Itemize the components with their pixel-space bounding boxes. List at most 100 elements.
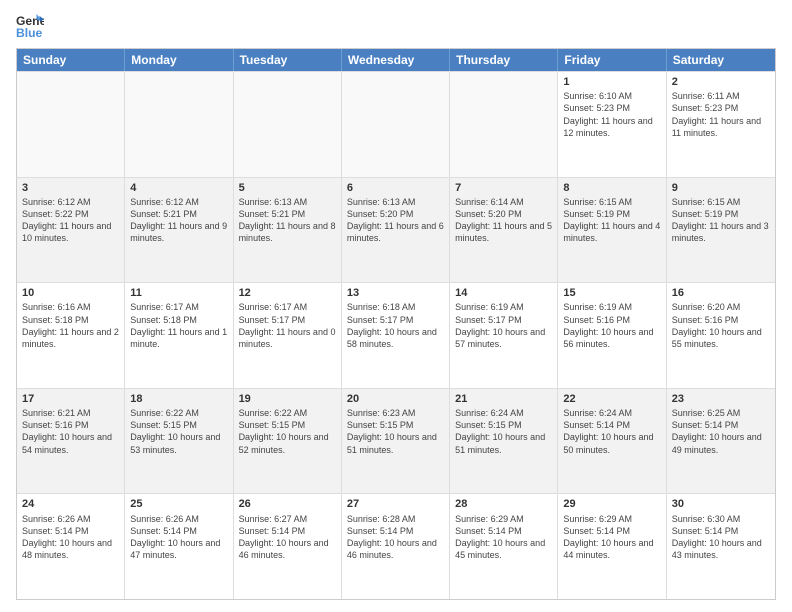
day-cell-13: 13Sunrise: 6:18 AM Sunset: 5:17 PM Dayli… xyxy=(342,283,450,388)
day-number: 8 xyxy=(563,181,660,195)
day-number: 2 xyxy=(672,75,770,89)
day-number: 7 xyxy=(455,181,552,195)
day-cell-7: 7Sunrise: 6:14 AM Sunset: 5:20 PM Daylig… xyxy=(450,178,558,283)
empty-cell xyxy=(450,72,558,177)
day-number: 6 xyxy=(347,181,444,195)
day-number: 5 xyxy=(239,181,336,195)
day-number: 4 xyxy=(130,181,227,195)
day-number: 24 xyxy=(22,497,119,511)
logo-icon: General Blue xyxy=(16,12,44,40)
day-header-friday: Friday xyxy=(558,49,666,71)
day-cell-2: 2Sunrise: 6:11 AM Sunset: 5:23 PM Daylig… xyxy=(667,72,775,177)
day-number: 14 xyxy=(455,286,552,300)
day-number: 22 xyxy=(563,392,660,406)
day-header-saturday: Saturday xyxy=(667,49,775,71)
day-info: Sunrise: 6:17 AM Sunset: 5:18 PM Dayligh… xyxy=(130,301,227,350)
day-cell-24: 24 Sunrise: 6:26 AM Sunset: 5:14 PM Dayli… xyxy=(17,494,125,599)
day-info: Sunrise: 6:14 AM Sunset: 5:20 PM Dayligh… xyxy=(455,196,552,245)
empty-cell xyxy=(17,72,125,177)
day-cell-16: 16Sunrise: 6:20 AM Sunset: 5:16 PM Dayli… xyxy=(667,283,775,388)
day-number: 18 xyxy=(130,392,227,406)
day-number: 16 xyxy=(672,286,770,300)
day-number: 15 xyxy=(563,286,660,300)
day-number: 27 xyxy=(347,497,444,511)
day-cell-5: 5Sunrise: 6:13 AM Sunset: 5:21 PM Daylig… xyxy=(234,178,342,283)
day-cell-28: 28 Sunrise: 6:29 AM Sunset: 5:14 PM Dayli… xyxy=(450,494,558,599)
day-number: 19 xyxy=(239,392,336,406)
day-cell-29: 29Sunrise: 6:29 AM Sunset: 5:14 PM Dayli… xyxy=(558,494,666,599)
day-number: 28 xyxy=(455,497,552,511)
day-info: Sunrise: 6:22 AM Sunset: 5:15 PM Dayligh… xyxy=(130,407,227,456)
day-info: Sunrise: 6:21 AM Sunset: 5:16 PM Dayligh… xyxy=(22,407,119,456)
day-number: 13 xyxy=(347,286,444,300)
day-cell-9: 9Sunrise: 6:15 AM Sunset: 5:19 PM Daylig… xyxy=(667,178,775,283)
day-cell-20: 20Sunrise: 6:23 AM Sunset: 5:15 PM Dayli… xyxy=(342,389,450,494)
calendar-row-1: 3Sunrise: 6:12 AM Sunset: 5:22 PM Daylig… xyxy=(17,177,775,283)
day-number: 3 xyxy=(22,181,119,195)
day-info: Sunrise: 6:13 AM Sunset: 5:20 PM Dayligh… xyxy=(347,196,444,245)
day-info: Sunrise: 6:15 AM Sunset: 5:19 PM Dayligh… xyxy=(672,196,770,245)
day-header-sunday: Sunday xyxy=(17,49,125,71)
day-number: 26 xyxy=(239,497,336,511)
day-cell-4: 4Sunrise: 6:12 AM Sunset: 5:21 PM Daylig… xyxy=(125,178,233,283)
day-cell-15: 15Sunrise: 6:19 AM Sunset: 5:16 PM Dayli… xyxy=(558,283,666,388)
day-info: Sunrise: 6:26 AM Sunset: 5:14 PM Dayligh… xyxy=(130,513,227,562)
day-number: 10 xyxy=(22,286,119,300)
day-cell-6: 6Sunrise: 6:13 AM Sunset: 5:20 PM Daylig… xyxy=(342,178,450,283)
day-number: 9 xyxy=(672,181,770,195)
day-cell-19: 19Sunrise: 6:22 AM Sunset: 5:15 PM Dayli… xyxy=(234,389,342,494)
day-cell-18: 18Sunrise: 6:22 AM Sunset: 5:15 PM Dayli… xyxy=(125,389,233,494)
day-header-thursday: Thursday xyxy=(450,49,558,71)
day-info: Sunrise: 6:20 AM Sunset: 5:16 PM Dayligh… xyxy=(672,301,770,350)
day-number: 1 xyxy=(563,75,660,89)
day-number: 17 xyxy=(22,392,119,406)
day-number: 23 xyxy=(672,392,770,406)
day-info: Sunrise: 6:23 AM Sunset: 5:15 PM Dayligh… xyxy=(347,407,444,456)
day-cell-30: 30 Sunrise: 6:30 AM Sunset: 5:14 PM Dayli… xyxy=(667,494,775,599)
day-number: 25 xyxy=(130,497,227,511)
day-info: Sunrise: 6:24 AM Sunset: 5:15 PM Dayligh… xyxy=(455,407,552,456)
day-number: 30 xyxy=(672,497,770,511)
day-info: Sunrise: 6:18 AM Sunset: 5:17 PM Dayligh… xyxy=(347,301,444,350)
day-info: Sunrise: 6:12 AM Sunset: 5:22 PM Dayligh… xyxy=(22,196,119,245)
day-number: 21 xyxy=(455,392,552,406)
day-info: Sunrise: 6:10 AM Sunset: 5:23 PM Dayligh… xyxy=(563,90,660,139)
day-cell-10: 10Sunrise: 6:16 AM Sunset: 5:18 PM Dayli… xyxy=(17,283,125,388)
day-info: Sunrise: 6:19 AM Sunset: 5:16 PM Dayligh… xyxy=(563,301,660,350)
day-header-wednesday: Wednesday xyxy=(342,49,450,71)
day-cell-3: 3Sunrise: 6:12 AM Sunset: 5:22 PM Daylig… xyxy=(17,178,125,283)
day-info: Sunrise: 6:27 AM Sunset: 5:14 PM Dayligh… xyxy=(239,513,336,562)
calendar-row-2: 10Sunrise: 6:16 AM Sunset: 5:18 PM Dayli… xyxy=(17,282,775,388)
day-cell-27: 27 Sunrise: 6:28 AM Sunset: 5:14 PM Dayli… xyxy=(342,494,450,599)
day-info: Sunrise: 6:29 AM Sunset: 5:14 PM Dayligh… xyxy=(455,513,552,562)
day-number: 11 xyxy=(130,286,227,300)
day-info: Sunrise: 6:16 AM Sunset: 5:18 PM Dayligh… xyxy=(22,301,119,350)
day-header-monday: Monday xyxy=(125,49,233,71)
day-cell-22: 22Sunrise: 6:24 AM Sunset: 5:14 PM Dayli… xyxy=(558,389,666,494)
day-info: Sunrise: 6:17 AM Sunset: 5:17 PM Dayligh… xyxy=(239,301,336,350)
calendar-row-4: 24 Sunrise: 6:26 AM Sunset: 5:14 PM Dayli… xyxy=(17,493,775,599)
day-cell-21: 21Sunrise: 6:24 AM Sunset: 5:15 PM Dayli… xyxy=(450,389,558,494)
calendar-row-3: 17Sunrise: 6:21 AM Sunset: 5:16 PM Dayli… xyxy=(17,388,775,494)
svg-text:Blue: Blue xyxy=(16,26,43,40)
day-cell-11: 11Sunrise: 6:17 AM Sunset: 5:18 PM Dayli… xyxy=(125,283,233,388)
day-info: Sunrise: 6:11 AM Sunset: 5:23 PM Dayligh… xyxy=(672,90,770,139)
day-cell-8: 8Sunrise: 6:15 AM Sunset: 5:19 PM Daylig… xyxy=(558,178,666,283)
empty-cell xyxy=(342,72,450,177)
day-info: Sunrise: 6:19 AM Sunset: 5:17 PM Dayligh… xyxy=(455,301,552,350)
day-cell-14: 14Sunrise: 6:19 AM Sunset: 5:17 PM Dayli… xyxy=(450,283,558,388)
day-info: Sunrise: 6:15 AM Sunset: 5:19 PM Dayligh… xyxy=(563,196,660,245)
day-info: Sunrise: 6:28 AM Sunset: 5:14 PM Dayligh… xyxy=(347,513,444,562)
empty-cell xyxy=(125,72,233,177)
day-cell-23: 23Sunrise: 6:25 AM Sunset: 5:14 PM Dayli… xyxy=(667,389,775,494)
day-info: Sunrise: 6:30 AM Sunset: 5:14 PM Dayligh… xyxy=(672,513,770,562)
day-cell-26: 26 Sunrise: 6:27 AM Sunset: 5:14 PM Dayli… xyxy=(234,494,342,599)
calendar-row-0: 1Sunrise: 6:10 AM Sunset: 5:23 PM Daylig… xyxy=(17,71,775,177)
day-number: 12 xyxy=(239,286,336,300)
day-info: Sunrise: 6:22 AM Sunset: 5:15 PM Dayligh… xyxy=(239,407,336,456)
calendar-body: 1Sunrise: 6:10 AM Sunset: 5:23 PM Daylig… xyxy=(17,71,775,599)
day-info: Sunrise: 6:26 AM Sunset: 5:14 PM Dayligh… xyxy=(22,513,119,562)
logo: General Blue xyxy=(16,12,48,40)
day-cell-1: 1Sunrise: 6:10 AM Sunset: 5:23 PM Daylig… xyxy=(558,72,666,177)
day-info: Sunrise: 6:29 AM Sunset: 5:14 PM Dayligh… xyxy=(563,513,660,562)
